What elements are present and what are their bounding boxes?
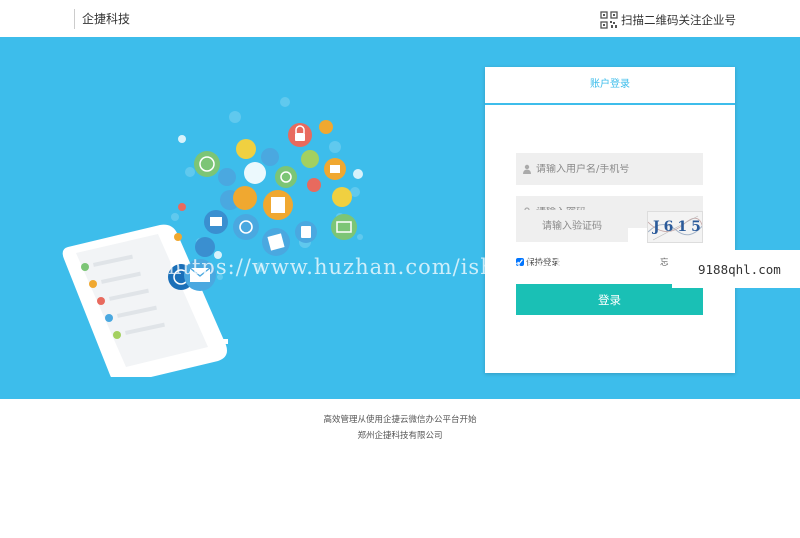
login-title: 账户登录 bbox=[485, 67, 735, 105]
watermark-right-text: 9188qhl.com bbox=[698, 262, 781, 277]
username-input[interactable] bbox=[532, 163, 696, 175]
user-icon bbox=[523, 164, 531, 174]
watermark-url: https://www.huzhan.com/ishop16170 bbox=[168, 255, 595, 279]
brand-divider bbox=[74, 9, 75, 29]
captcha-field[interactable] bbox=[516, 210, 628, 242]
qr-code-icon bbox=[600, 11, 618, 29]
captcha-input[interactable] bbox=[522, 219, 622, 233]
footer-slogan: 高效管理从使用企捷云微信办公平台开始 bbox=[323, 415, 477, 425]
carousel-dot[interactable] bbox=[215, 339, 220, 344]
login-button[interactable]: 登录 bbox=[516, 284, 703, 315]
captcha-text: J615 bbox=[653, 219, 703, 235]
captcha-image[interactable]: J615 bbox=[647, 211, 703, 243]
top-bar: 企捷科技 扫描二维码关注企业号 bbox=[0, 0, 800, 37]
username-field[interactable] bbox=[516, 153, 703, 185]
brand-name: 企捷科技 bbox=[82, 12, 131, 26]
forgot-password-link[interactable]: 忘 bbox=[660, 256, 669, 268]
carousel-dot-active[interactable] bbox=[223, 339, 228, 344]
carousel-dots bbox=[207, 339, 228, 344]
login-card: 账户登录 J615 bbox=[485, 67, 735, 373]
qr-follow-link[interactable]: 扫描二维码关注企业号 bbox=[600, 11, 736, 29]
carousel-dot[interactable] bbox=[207, 339, 212, 344]
qr-follow-label: 扫描二维码关注企业号 bbox=[621, 13, 736, 27]
footer-company: 郑州企捷科技有限公司 bbox=[357, 431, 443, 441]
hero-banner: 账户登录 J615 bbox=[0, 37, 800, 399]
app-illustration bbox=[62, 97, 363, 377]
